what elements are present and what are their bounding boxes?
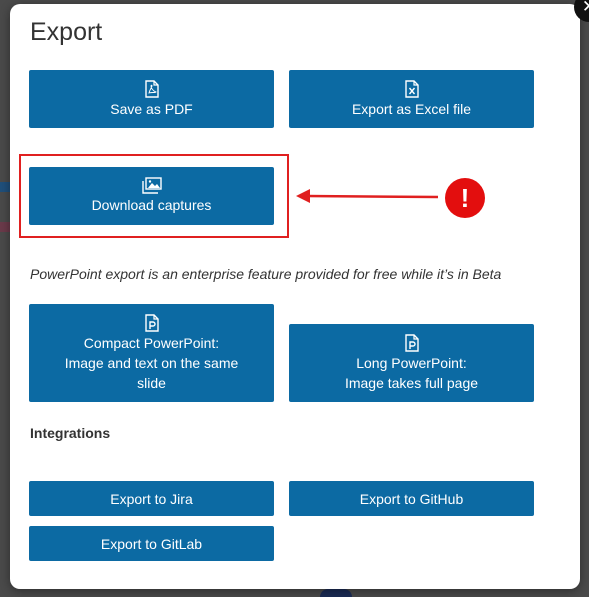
integrations-heading: Integrations xyxy=(30,425,111,441)
export-to-github-button[interactable]: Export to GitHub xyxy=(289,481,534,516)
background-strip xyxy=(0,222,10,232)
export-excel-button[interactable]: Export as Excel file xyxy=(289,70,534,128)
long-powerpoint-button[interactable]: Long PowerPoint: Image takes full page xyxy=(289,324,534,402)
download-captures-button[interactable]: Download captures xyxy=(29,167,274,225)
export-to-jira-label: Export to Jira xyxy=(110,490,193,507)
save-as-pdf-button[interactable]: Save as PDF xyxy=(29,70,274,128)
export-dialog: ✕ Export Save as PDF Export as Excel fil… xyxy=(10,0,589,589)
compact-powerpoint-button[interactable]: Compact PowerPoint: Image and text on th… xyxy=(29,304,274,402)
powerpoint-file-icon xyxy=(144,313,159,332)
powerpoint-file-icon xyxy=(404,333,419,352)
pdf-file-icon xyxy=(144,79,159,98)
save-as-pdf-label: Save as PDF xyxy=(110,100,193,117)
compact-powerpoint-label: Compact PowerPoint: Image and text on th… xyxy=(64,334,239,391)
arrow-annotation xyxy=(296,189,439,203)
export-excel-label: Export as Excel file xyxy=(351,100,472,117)
dialog-title: Export xyxy=(30,18,103,46)
background-element xyxy=(320,589,352,597)
export-to-jira-button[interactable]: Export to Jira xyxy=(29,481,274,516)
long-powerpoint-label: Long PowerPoint: Image takes full page xyxy=(344,354,479,391)
powerpoint-beta-note: PowerPoint export is an enterprise featu… xyxy=(30,266,502,282)
excel-file-icon xyxy=(404,79,419,98)
close-button[interactable]: ✕ xyxy=(574,0,589,22)
close-icon: ✕ xyxy=(582,0,589,17)
images-icon xyxy=(141,177,162,194)
export-to-gitlab-label: Export to GitLab xyxy=(100,535,203,552)
background-strip xyxy=(0,182,10,192)
alert-icon: ! xyxy=(445,178,485,218)
export-to-gitlab-button[interactable]: Export to GitLab xyxy=(29,526,274,561)
download-captures-label: Download captures xyxy=(91,197,212,213)
export-to-github-label: Export to GitHub xyxy=(359,490,464,507)
